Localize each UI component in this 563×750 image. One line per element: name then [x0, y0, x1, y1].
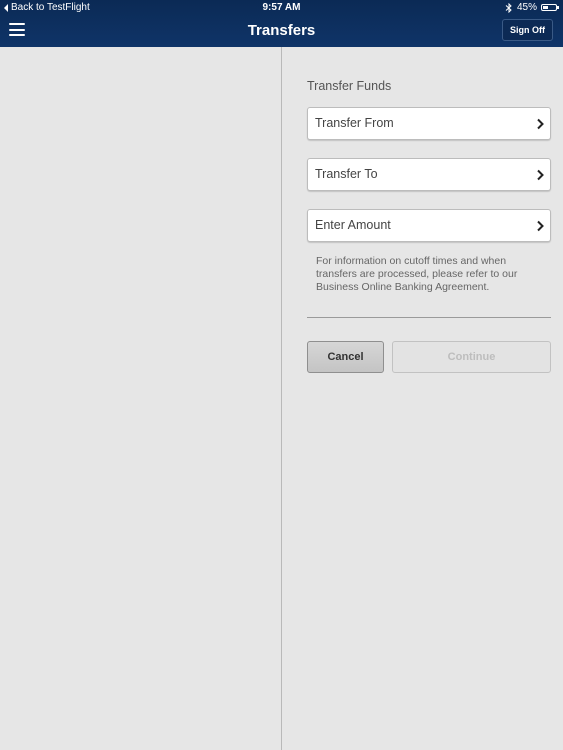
- bluetooth-icon: [505, 2, 512, 13]
- battery-fill: [543, 6, 548, 9]
- left-pane: [0, 47, 282, 750]
- transfer-from-field[interactable]: Transfer From: [307, 107, 551, 140]
- chevron-right-icon: [537, 169, 544, 181]
- battery-percent: 45%: [516, 2, 537, 13]
- sign-off-button[interactable]: Sign Off: [502, 19, 553, 41]
- page-title: Transfers: [247, 22, 316, 39]
- status-time: 9:57 AM: [262, 2, 301, 13]
- nav-bar: Transfers Sign Off: [0, 15, 563, 47]
- transfer-to-field[interactable]: Transfer To: [307, 158, 551, 191]
- enter-amount-field[interactable]: Enter Amount: [307, 209, 551, 242]
- battery-icon: [541, 4, 559, 11]
- cancel-button[interactable]: Cancel: [307, 341, 384, 373]
- continue-button[interactable]: Continue: [392, 341, 551, 373]
- top-bar: Back to TestFlight 9:57 AM 45% Transfers…: [0, 0, 563, 47]
- divider: [307, 317, 551, 318]
- field-label: Transfer To: [315, 167, 378, 181]
- chevron-right-icon: [537, 118, 544, 130]
- field-label: Enter Amount: [315, 218, 391, 232]
- status-bar: Back to TestFlight 9:57 AM 45%: [0, 0, 563, 15]
- cutoff-info-text: For information on cutoff times and when…: [316, 255, 518, 293]
- transfer-panel: Transfer Funds Transfer From Transfer To…: [282, 47, 563, 750]
- chevron-right-icon: [537, 220, 544, 232]
- section-title: Transfer Funds: [307, 79, 392, 93]
- status-right: 45%: [505, 2, 559, 13]
- field-label: Transfer From: [315, 116, 394, 130]
